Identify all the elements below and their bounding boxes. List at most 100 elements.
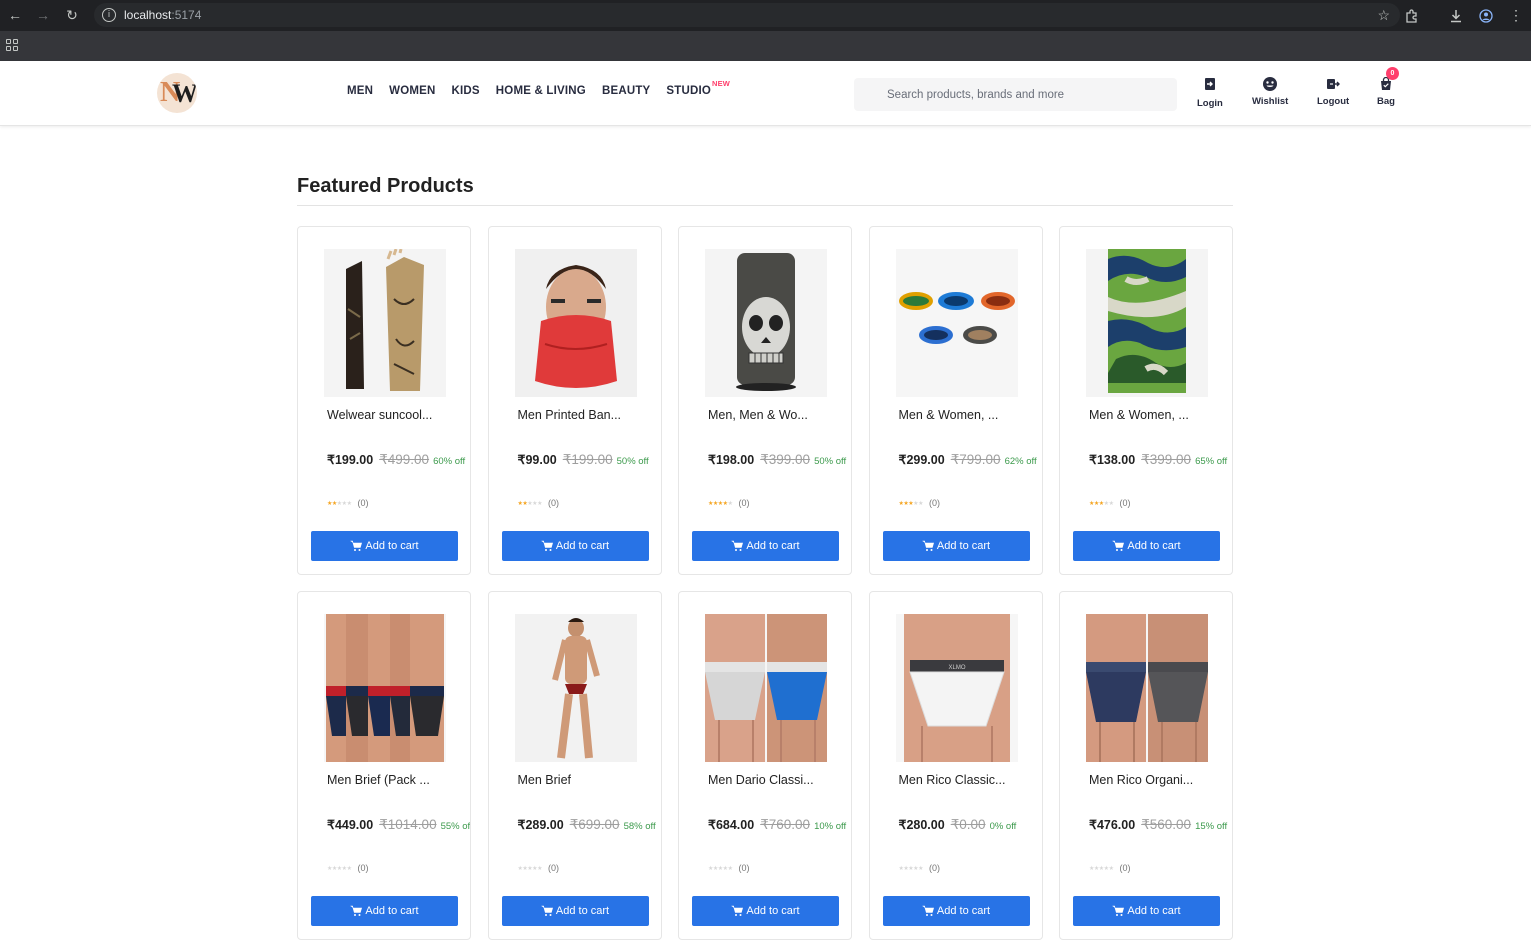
price-row: ₹138.00 ₹399.00 65% off <box>1089 449 1232 473</box>
star-rating-icon: ★★★★★ <box>327 864 352 872</box>
add-to-cart-button[interactable]: Add to cart <box>692 531 839 561</box>
price-row: ₹476.00 ₹560.00 15% off <box>1089 814 1232 838</box>
product-image[interactable] <box>705 614 827 762</box>
nav-women[interactable]: WOMEN <box>389 85 435 97</box>
site-info-icon[interactable]: i <box>102 8 116 22</box>
price-row: ₹99.00 ₹199.00 50% off <box>518 449 661 473</box>
forward-icon[interactable]: → <box>29 1 57 29</box>
product-card[interactable]: Men Printed Ban... ₹99.00 ₹199.00 50% off ★★… <box>487 226 662 575</box>
product-name[interactable]: Men Dario Classi... <box>708 773 833 787</box>
product-image[interactable] <box>1086 614 1208 762</box>
product-card[interactable]: Men Brief ₹289.00 ₹699.00 58% off ★★★★★ (0) Ad… <box>487 591 662 940</box>
product-name[interactable]: Men Rico Classic... <box>899 773 1024 787</box>
product-image[interactable] <box>705 249 827 397</box>
product-name[interactable]: Men Brief (Pack ... <box>327 773 452 787</box>
product-name[interactable]: Welwear suncool... <box>327 408 452 422</box>
product-card[interactable]: Welwear suncool... ₹199.00 ₹499.00 60% off ★… <box>297 226 471 575</box>
add-to-cart-label: Add to cart <box>555 540 610 552</box>
logout-icon <box>1325 76 1341 92</box>
product-name[interactable]: Men, Men & Wo... <box>708 408 833 422</box>
cart-icon <box>350 905 362 917</box>
product-name[interactable]: Men Rico Organi... <box>1089 773 1214 787</box>
cart-icon <box>922 540 934 552</box>
product-rating: ★★★★★ (0) <box>708 863 749 873</box>
nav-men[interactable]: MEN <box>347 85 373 97</box>
add-to-cart-label: Add to cart <box>365 540 419 552</box>
search-input[interactable] <box>854 78 1177 111</box>
product-card[interactable]: Men Dario Classi... ₹684.00 ₹760.00 10% off… <box>678 591 852 940</box>
product-rating: ★★★★★ (0) <box>1089 863 1130 873</box>
wishlist-button[interactable]: Wishlist <box>1252 76 1288 107</box>
product-mrp: ₹499.00 <box>379 452 430 467</box>
apps-grid-icon[interactable] <box>6 39 18 51</box>
new-badge: NEW <box>711 79 731 88</box>
menu-kebab-icon[interactable]: ⋮ <box>1501 2 1531 30</box>
nav-kids[interactable]: KIDS <box>452 85 480 97</box>
product-card[interactable]: Men & Women, ... ₹138.00 ₹399.00 65% off ★★★… <box>1059 226 1233 575</box>
product-price: ₹476.00 <box>1089 818 1136 832</box>
product-image[interactable] <box>324 614 446 762</box>
add-to-cart-button[interactable]: Add to cart <box>1073 531 1220 561</box>
bookmarks-bar <box>0 31 1531 61</box>
review-count: (0) <box>928 863 940 873</box>
star-rating-icon: ★★★★★ <box>517 864 543 872</box>
product-image[interactable] <box>514 614 637 762</box>
browser-toolbar: ← → ↻ i localhost:5174 ☆ ⋮ <box>0 0 1531 31</box>
add-to-cart-button[interactable]: Add to cart <box>501 896 649 926</box>
product-name[interactable]: Men Brief <box>518 773 643 787</box>
cart-icon <box>541 540 553 552</box>
product-image[interactable] <box>324 249 446 397</box>
product-card[interactable]: Men Rico Organi... ₹476.00 ₹560.00 15% off ★… <box>1059 591 1233 940</box>
nav-home-living[interactable]: HOME & LIVING <box>496 85 586 97</box>
product-image[interactable] <box>895 249 1018 397</box>
product-card[interactable]: Men & Women, ... ₹299.00 ₹799.00 62% off ★★★… <box>868 226 1043 575</box>
cart-icon <box>1112 540 1124 552</box>
price-row: ₹280.00 ₹0.00 0% off <box>899 814 1042 838</box>
add-to-cart-button[interactable]: Add to cart <box>692 896 839 926</box>
product-name[interactable]: Men & Women, ... <box>1089 408 1214 422</box>
add-to-cart-button[interactable]: Add to cart <box>311 531 458 561</box>
wishlist-label: Wishlist <box>1252 96 1289 107</box>
product-discount: 50% off <box>814 456 847 467</box>
product-discount: 50% off <box>616 456 649 467</box>
product-card[interactable]: Men, Men & Wo... ₹198.00 ₹399.00 50% off ★★★… <box>678 226 852 575</box>
add-to-cart-button[interactable]: Add to cart <box>501 531 649 561</box>
brand-logo[interactable]: NW <box>157 73 197 113</box>
bag-count-badge: 0 <box>1385 67 1399 80</box>
extensions-icon[interactable] <box>1397 2 1427 30</box>
product-discount: 58% off <box>623 821 656 832</box>
product-discount: 60% off <box>433 456 466 467</box>
add-to-cart-button[interactable]: Add to cart <box>1073 896 1220 926</box>
product-price: ₹449.00 <box>327 818 374 832</box>
product-rating: ★★★★★ (0) <box>899 863 940 873</box>
product-image[interactable] <box>1086 249 1208 397</box>
product-price: ₹299.00 <box>898 453 945 467</box>
add-to-cart-button[interactable]: Add to cart <box>311 896 458 926</box>
download-icon[interactable] <box>1441 2 1471 30</box>
add-to-cart-button[interactable]: Add to cart <box>882 531 1030 561</box>
logout-label: Logout <box>1317 96 1350 107</box>
login-button[interactable]: Login <box>1197 76 1223 109</box>
bookmark-star-icon[interactable]: ☆ <box>1377 7 1390 24</box>
product-name[interactable]: Men Printed Ban... <box>518 408 643 422</box>
product-name[interactable]: Men & Women, ... <box>899 408 1024 422</box>
back-icon[interactable]: ← <box>1 1 29 29</box>
price-row: ₹299.00 ₹799.00 62% off <box>898 449 1042 473</box>
add-to-cart-label: Add to cart <box>746 905 800 917</box>
price-row: ₹198.00 ₹399.00 50% off <box>708 449 851 473</box>
star-rating-icon: ★★★★★ <box>327 499 352 507</box>
logout-button[interactable]: Logout <box>1317 76 1349 107</box>
product-mrp: ₹799.00 <box>950 452 1001 467</box>
product-image[interactable] <box>514 249 637 397</box>
nav-studio[interactable]: STUDIO NEW <box>666 79 729 97</box>
product-mrp: ₹699.00 <box>569 817 620 832</box>
product-card[interactable]: XLMO Men Rico Classic... ₹280.00 ₹0.00 0% of… <box>868 591 1043 940</box>
product-card[interactable]: Men Brief (Pack ... ₹449.00 ₹1014.00 55% of… <box>297 591 471 940</box>
add-to-cart-button[interactable]: Add to cart <box>882 896 1030 926</box>
address-bar[interactable]: i localhost:5174 ☆ <box>94 3 1400 27</box>
nav-beauty[interactable]: BEAUTY <box>602 85 650 97</box>
bag-button[interactable]: 0 Bag <box>1377 67 1399 107</box>
reload-icon[interactable]: ↻ <box>58 1 86 29</box>
product-image[interactable]: XLMO <box>895 614 1018 762</box>
profile-icon[interactable] <box>1471 2 1501 30</box>
